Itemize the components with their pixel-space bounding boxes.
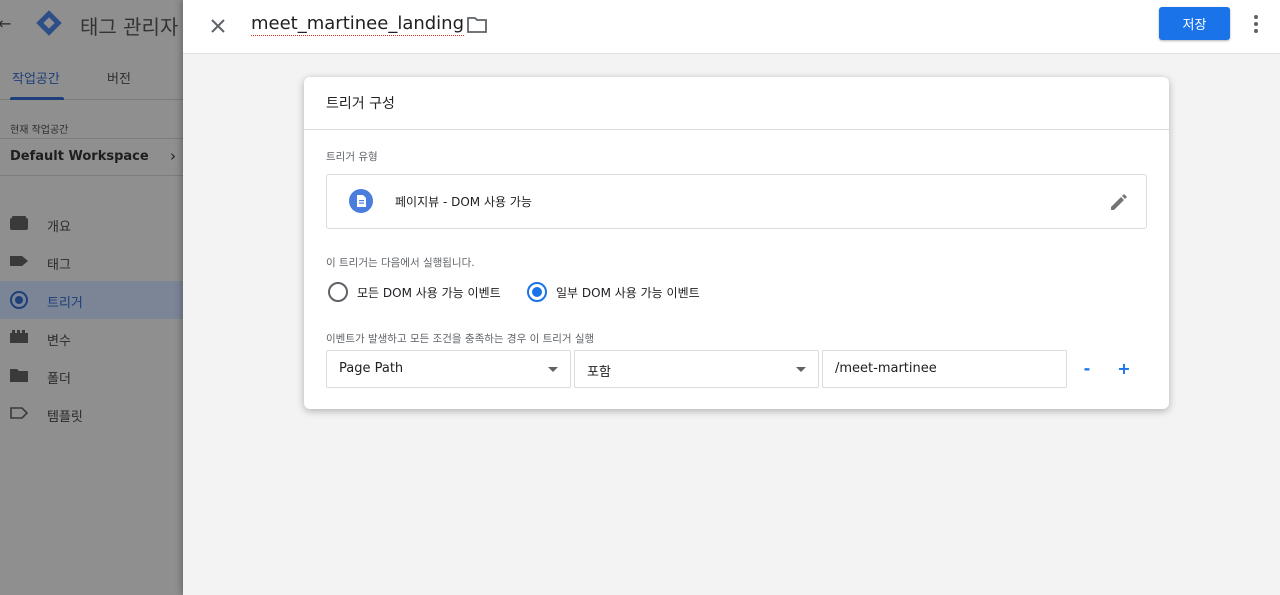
condition-operator-select[interactable]: 포함 — [574, 350, 819, 388]
radio-unchecked-icon — [328, 282, 348, 302]
overview-icon — [10, 216, 28, 230]
template-icon — [10, 407, 28, 419]
condition-variable-value: Page Path — [339, 361, 404, 376]
sidebar-item-label: 변수 — [47, 334, 71, 349]
sidebar-item-tags[interactable]: 태그 — [0, 243, 183, 281]
background-sidebar: ← 태그 관리자 작업공간 버전 현재 작업공간 Default Workspa… — [0, 0, 183, 595]
app-title: 태그 관리자 — [80, 15, 179, 39]
edit-pencil-icon[interactable] — [1108, 191, 1130, 213]
trigger-icon — [10, 291, 28, 309]
close-icon — [211, 19, 225, 33]
tab-versions[interactable]: 버전 — [107, 68, 131, 87]
chevron-right-icon: › — [170, 147, 176, 165]
radio-checked-icon — [527, 282, 547, 302]
sidebar-item-overview[interactable]: 개요 — [0, 205, 183, 243]
sidebar-item-label: 폴더 — [47, 372, 71, 387]
sidebar-item-label: 태그 — [47, 258, 71, 273]
page-view-icon — [349, 189, 373, 213]
sidebar-item-folders[interactable]: 폴더 — [0, 357, 183, 395]
sidebar-item-variables[interactable]: 변수 — [0, 319, 183, 357]
sidebar-item-triggers[interactable]: 트리거 — [0, 281, 183, 319]
fires-on-label: 이 트리거는 다음에서 실행됩니다. — [326, 257, 475, 269]
radio-label: 일부 DOM 사용 가능 이벤트 — [556, 285, 700, 300]
trigger-name-input[interactable]: meet_martinee_landing — [251, 13, 465, 36]
sidebar-item-label: 개요 — [47, 220, 71, 235]
gtm-logo-icon — [36, 10, 62, 36]
card-title: 트리거 구성 — [326, 96, 395, 112]
back-arrow-icon: ← — [0, 14, 12, 33]
workspace-name: Default Workspace — [10, 149, 149, 164]
sidebar-item-label: 트리거 — [47, 296, 83, 311]
trigger-type-selector[interactable]: 페이지뷰 - DOM 사용 가능 — [326, 174, 1147, 229]
folder-icon — [10, 369, 28, 382]
tab-workspace[interactable]: 작업공간 — [12, 68, 60, 87]
trigger-type-label: 트리거 유형 — [326, 151, 378, 163]
trigger-config-card: 트리거 구성 트리거 유형 페이지뷰 - DOM 사용 가능 이 트리거는 다음… — [304, 77, 1169, 409]
add-condition-button[interactable]: + — [1112, 356, 1136, 380]
condition-variable-select[interactable]: Page Path — [326, 350, 571, 388]
card-header: 트리거 구성 — [304, 77, 1169, 130]
workspace-selector[interactable]: Default Workspace › — [0, 138, 183, 176]
condition-label: 이벤트가 발생하고 모든 조건을 충족하는 경우 이 트리거 실행 — [326, 333, 595, 345]
remove-condition-button[interactable]: - — [1075, 356, 1099, 380]
more-vert-icon[interactable] — [1247, 12, 1265, 36]
panel-header: meet_martinee_landing 저장 — [183, 0, 1280, 54]
variable-icon — [10, 330, 28, 343]
current-workspace-label: 현재 작업공간 — [10, 125, 69, 136]
radio-some-dom-ready-events[interactable]: 일부 DOM 사용 가능 이벤트 — [527, 281, 700, 303]
active-tab-indicator — [10, 97, 64, 100]
radio-label: 모든 DOM 사용 가능 이벤트 — [357, 285, 501, 300]
tag-icon — [10, 256, 28, 266]
dropdown-arrow-icon — [548, 367, 558, 372]
workspace-tabs: 작업공간 버전 — [0, 52, 183, 100]
close-button[interactable] — [205, 13, 231, 39]
sidebar-item-label: 템플릿 — [47, 410, 83, 425]
trigger-editor-panel: meet_martinee_landing 저장 트리거 구성 트리거 유형 페… — [183, 0, 1280, 595]
save-button[interactable]: 저장 — [1159, 7, 1230, 40]
condition-value-input[interactable]: /meet-martinee — [822, 350, 1067, 388]
trigger-type-name: 페이지뷰 - DOM 사용 가능 — [395, 195, 532, 209]
radio-all-dom-ready-events[interactable]: 모든 DOM 사용 가능 이벤트 — [328, 281, 501, 303]
folder-icon[interactable] — [466, 15, 488, 35]
condition-operator-value: 포함 — [587, 365, 611, 380]
dropdown-arrow-icon — [796, 367, 806, 372]
condition-value-text: /meet-martinee — [835, 361, 937, 376]
sidebar-item-templates[interactable]: 템플릿 — [0, 395, 183, 433]
